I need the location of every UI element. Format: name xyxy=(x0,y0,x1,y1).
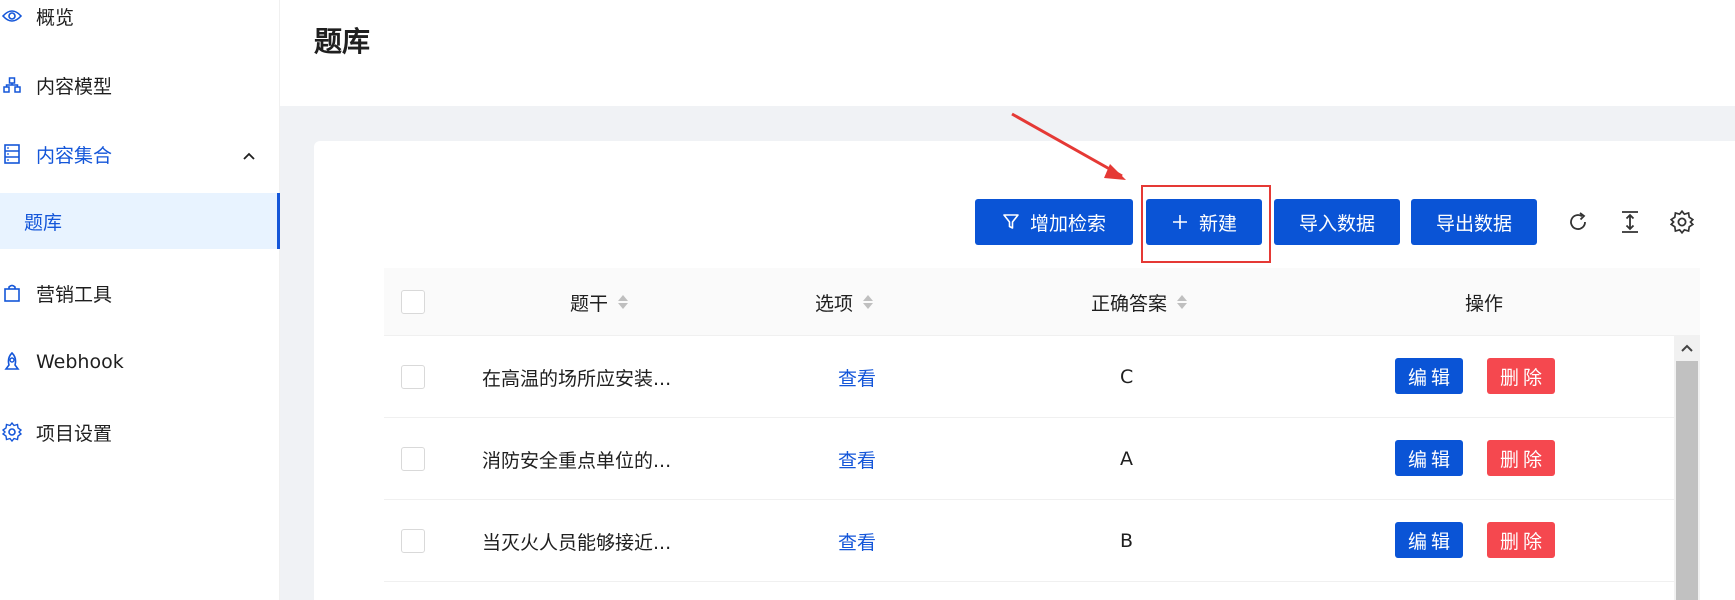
select-all-checkbox[interactable] xyxy=(401,290,425,314)
sidebar-item-content-model[interactable]: 内容模型 xyxy=(0,57,280,113)
row-stem: 消防安全重点单位的... xyxy=(482,449,672,472)
add-filter-button[interactable]: 增加检索 xyxy=(975,199,1133,245)
sidebar-item-label: 内容模型 xyxy=(36,75,113,98)
sidebar: 概览 内容模型 内容集合 题库 营销工具 Webhook 项目设置 xyxy=(0,0,280,600)
sidebar-item-marketing[interactable]: 营销工具 xyxy=(0,265,280,321)
chevron-up-icon[interactable] xyxy=(242,144,256,166)
view-options-link[interactable]: 查看 xyxy=(838,418,876,500)
sidebar-item-label: 内容集合 xyxy=(36,144,113,167)
sort-icon[interactable] xyxy=(618,295,628,309)
table-row: 在高温的场所应安装... 查看 C 编辑 删除 xyxy=(384,336,1674,418)
view-options-link[interactable]: 查看 xyxy=(838,500,876,582)
column-header-stem[interactable]: 题干 xyxy=(494,268,704,336)
table-header: 题干 选项 正确答案 操作 xyxy=(384,268,1700,336)
table-scrollbar-thumb[interactable] xyxy=(1676,361,1698,600)
delete-button[interactable]: 删除 xyxy=(1487,440,1555,476)
import-data-label: 导入数据 xyxy=(1298,212,1375,235)
row-checkbox[interactable] xyxy=(401,447,425,471)
scroll-up-icon[interactable] xyxy=(1674,335,1700,361)
sidebar-item-project-settings[interactable]: 项目设置 xyxy=(0,404,280,460)
edit-button[interactable]: 编辑 xyxy=(1395,522,1463,558)
refresh-icon[interactable] xyxy=(1562,206,1594,238)
edit-button[interactable]: 编辑 xyxy=(1395,440,1463,476)
delete-button[interactable]: 删除 xyxy=(1487,358,1555,394)
page-header: 题库 xyxy=(280,0,1735,106)
sidebar-item-label: Webhook xyxy=(36,351,124,373)
filter-icon xyxy=(1002,213,1020,231)
sidebar-item-label: 项目设置 xyxy=(36,422,113,445)
sidebar-item-question-bank[interactable]: 题库 xyxy=(0,193,280,249)
shopping-bag-icon xyxy=(0,281,24,305)
sidebar-item-overview[interactable]: 概览 xyxy=(0,0,280,44)
eye-icon xyxy=(0,4,24,28)
density-icon[interactable] xyxy=(1614,206,1646,238)
delete-button[interactable]: 删除 xyxy=(1487,522,1555,558)
add-filter-label: 增加检索 xyxy=(1029,212,1106,235)
sidebar-item-content-collection[interactable]: 内容集合 xyxy=(0,126,280,182)
row-answer: C xyxy=(1120,366,1134,388)
row-checkbox[interactable] xyxy=(401,365,425,389)
sort-icon[interactable] xyxy=(1177,295,1187,309)
arrow-annotation-icon xyxy=(1011,112,1126,180)
export-data-button[interactable]: 导出数据 xyxy=(1411,199,1537,245)
sidebar-item-label: 营销工具 xyxy=(36,283,113,306)
database-icon xyxy=(0,142,24,166)
column-header-answer[interactable]: 正确答案 xyxy=(1004,268,1274,336)
settings-icon[interactable] xyxy=(1666,206,1698,238)
model-icon xyxy=(0,73,24,97)
row-answer: A xyxy=(1120,448,1133,470)
page-title: 题库 xyxy=(314,25,371,58)
row-stem: 在高温的场所应安装... xyxy=(482,367,672,390)
row-checkbox[interactable] xyxy=(401,529,425,553)
export-data-label: 导出数据 xyxy=(1435,212,1512,235)
webhook-icon xyxy=(0,350,24,374)
app-root: 概览 内容模型 内容集合 题库 营销工具 Webhook 项目设置 题库 增加检… xyxy=(0,0,1735,600)
sidebar-item-label: 题库 xyxy=(24,211,63,234)
column-header-actions: 操作 xyxy=(1464,292,1503,315)
highlight-annotation xyxy=(1141,185,1271,263)
table-row: 消防安全重点单位的... 查看 A 编辑 删除 xyxy=(384,418,1674,500)
edit-button[interactable]: 编辑 xyxy=(1395,358,1463,394)
row-stem: 当灭火人员能够接近... xyxy=(482,531,672,554)
sort-icon[interactable] xyxy=(863,295,873,309)
row-answer: B xyxy=(1120,530,1134,552)
import-data-button[interactable]: 导入数据 xyxy=(1274,199,1400,245)
gear-icon xyxy=(0,420,24,444)
column-header-options[interactable]: 选项 xyxy=(764,268,924,336)
table-row: 当灭火人员能够接近... 查看 B 编辑 删除 xyxy=(384,500,1674,582)
sidebar-item-webhook[interactable]: Webhook xyxy=(0,334,280,390)
sidebar-item-label: 概览 xyxy=(36,6,75,29)
view-options-link[interactable]: 查看 xyxy=(838,336,876,418)
